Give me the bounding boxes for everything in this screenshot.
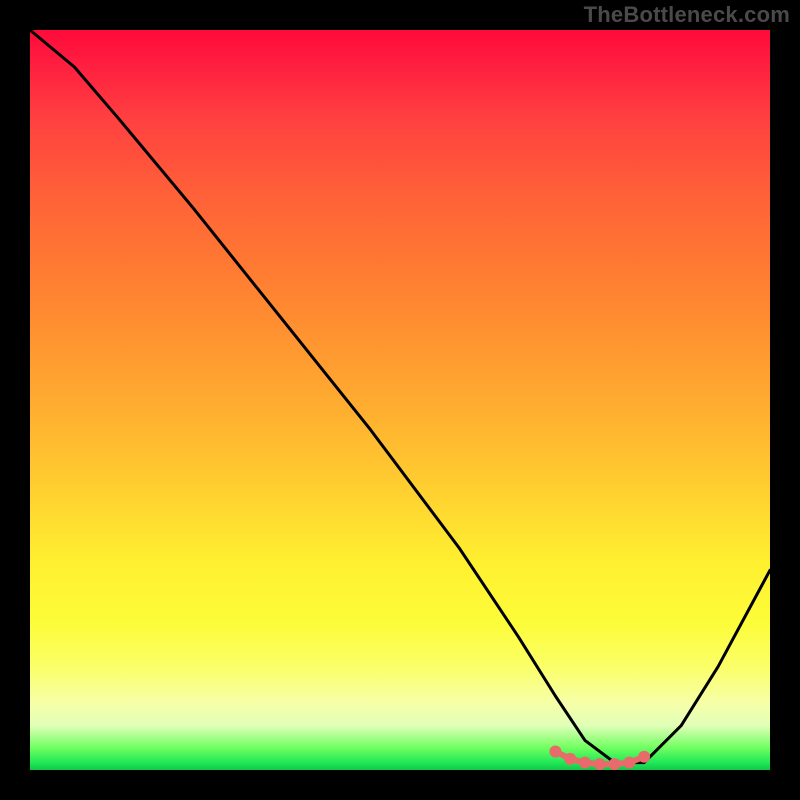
flat-segment-dot [579,757,591,769]
flat-segment-dot [638,751,650,763]
flat-segment-dot [594,758,606,770]
chart-svg [0,0,800,800]
flat-segment-dot [564,753,576,765]
chart-frame: TheBottleneck.com [0,0,800,800]
curve-line [30,30,770,763]
flat-segment-dot [549,746,561,758]
flat-segment-dot [609,758,621,770]
flat-segment-dot [623,757,635,769]
